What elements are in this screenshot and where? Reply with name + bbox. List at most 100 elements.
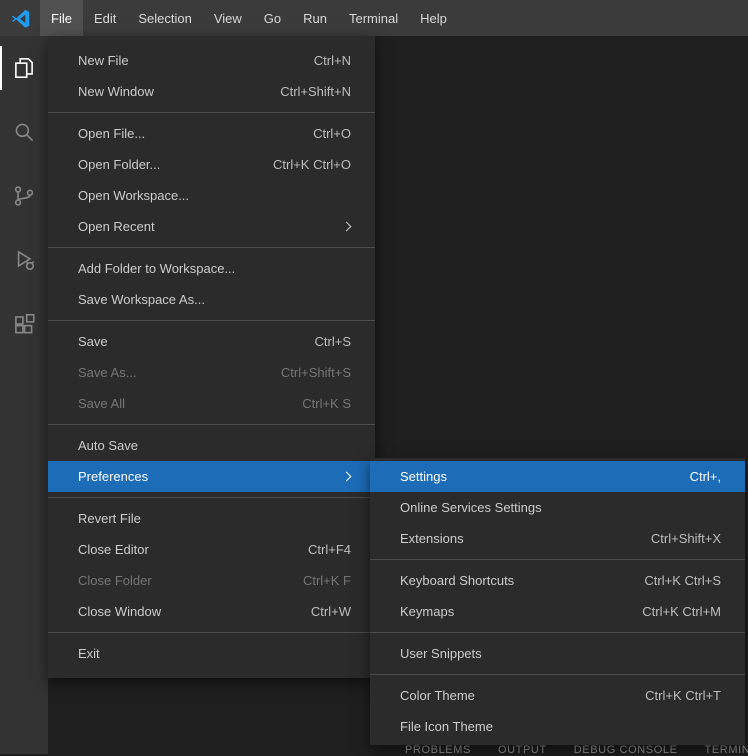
menu-item-label: Color Theme	[400, 688, 475, 703]
menu-item-open-folder[interactable]: Open Folder... Ctrl+K Ctrl+O	[48, 149, 375, 180]
preferences-submenu: Settings Ctrl+, Online Services Settings…	[370, 458, 745, 745]
menu-item-shortcut: Ctrl+K Ctrl+S	[644, 573, 721, 588]
submenu-arrow-icon	[341, 221, 352, 232]
submenu-item-extensions[interactable]: Extensions Ctrl+Shift+X	[370, 523, 745, 554]
menubar-item-edit[interactable]: Edit	[83, 0, 127, 36]
menu-item-label: Settings	[400, 469, 447, 484]
menu-item-shortcut: Ctrl+F4	[308, 542, 351, 557]
menu-item-auto-save[interactable]: Auto Save	[48, 430, 375, 461]
vscode-logo	[0, 0, 40, 36]
menu-item-label: Preferences	[78, 469, 149, 484]
run-debug-icon	[17, 250, 35, 271]
menu-item-shortcut: Ctrl+S	[314, 334, 351, 349]
source-control-icon	[14, 186, 34, 206]
menu-item-label: User Snippets	[400, 646, 482, 661]
menu-item-close-folder: Close Folder Ctrl+K F	[48, 565, 375, 596]
menu-bar: File Edit Selection View Go Run Terminal…	[0, 0, 748, 36]
menubar-item-label: Help	[420, 10, 447, 26]
menu-item-label: File Icon Theme	[400, 719, 493, 734]
menubar-item-label: File	[51, 10, 72, 26]
panel-tab-debug-console[interactable]: DEBUG CONSOLE	[574, 744, 678, 756]
panel-tab-terminal[interactable]: TERMINAL	[705, 744, 748, 756]
menubar-item-help[interactable]: Help	[409, 0, 458, 36]
menubar-item-go[interactable]: Go	[253, 0, 292, 36]
menu-item-label: Online Services Settings	[400, 500, 542, 515]
panel-tab-bar: PROBLEMS OUTPUT DEBUG CONSOLE TERMINAL	[405, 744, 748, 756]
menu-item-close-window[interactable]: Close Window Ctrl+W	[48, 596, 375, 627]
menu-item-shortcut: Ctrl+K Ctrl+M	[642, 604, 721, 619]
menu-item-label: Open Workspace...	[78, 188, 190, 203]
menu-item-add-folder-to-workspace[interactable]: Add Folder to Workspace...	[48, 253, 375, 284]
menubar-item-label: Go	[263, 10, 282, 26]
menu-item-label: Close Window	[78, 604, 162, 619]
menubar-item-file[interactable]: File	[40, 0, 83, 36]
panel-tab-output[interactable]: OUTPUT	[498, 744, 547, 756]
menu-separator	[48, 497, 375, 498]
menu-item-shortcut: Ctrl+N	[313, 53, 351, 68]
menu-item-label: Save All	[78, 396, 125, 411]
activity-bar	[0, 36, 48, 754]
menu-item-label: New File	[78, 53, 129, 68]
submenu-item-keyboard-shortcuts[interactable]: Keyboard Shortcuts Ctrl+K Ctrl+S	[370, 565, 745, 596]
menubar-item-selection[interactable]: Selection	[127, 0, 202, 36]
menu-item-shortcut: Ctrl+K S	[302, 396, 351, 411]
menu-item-shortcut: Ctrl+K Ctrl+O	[272, 157, 351, 172]
submenu-item-settings[interactable]: Settings Ctrl+,	[370, 461, 745, 492]
activity-item-run-debug[interactable]	[0, 228, 48, 292]
menu-item-label: Keyboard Shortcuts	[400, 573, 515, 588]
menubar-item-view[interactable]: View	[203, 0, 253, 36]
menu-item-open-file[interactable]: Open File... Ctrl+O	[48, 118, 375, 149]
menu-item-new-file[interactable]: New File Ctrl+N	[48, 45, 375, 76]
submenu-item-file-icon-theme[interactable]: File Icon Theme	[370, 711, 745, 742]
menu-item-label: Save As...	[78, 365, 137, 380]
submenu-item-online-services-settings[interactable]: Online Services Settings	[370, 492, 745, 523]
menu-item-shortcut: Ctrl+Shift+X	[650, 531, 721, 546]
extensions-icon	[15, 313, 35, 334]
menu-item-new-window[interactable]: New Window Ctrl+Shift+N	[48, 76, 375, 107]
activity-item-explorer[interactable]	[0, 36, 48, 100]
vscode-logo-icon	[11, 9, 29, 28]
menu-item-close-editor[interactable]: Close Editor Ctrl+F4	[48, 534, 375, 565]
menu-item-save[interactable]: Save Ctrl+S	[48, 326, 375, 357]
menubar-item-label: Edit	[93, 10, 117, 26]
menu-item-save-workspace-as[interactable]: Save Workspace As...	[48, 284, 375, 315]
menu-item-label: Open Folder...	[78, 157, 161, 172]
menubar-item-label: Run	[303, 10, 327, 26]
explorer-icon	[15, 57, 33, 79]
file-menu: New File Ctrl+N New Window Ctrl+Shift+N …	[48, 36, 375, 678]
menubar-item-terminal[interactable]: Terminal	[338, 0, 409, 36]
menu-item-label: Revert File	[78, 511, 141, 526]
menubar-item-label: Selection	[138, 10, 192, 26]
menu-item-shortcut: Ctrl+K F	[302, 573, 351, 588]
menu-separator	[370, 559, 745, 560]
activity-item-source-control[interactable]	[0, 164, 48, 228]
menu-item-label: Add Folder to Workspace...	[78, 261, 236, 276]
panel-tab-problems[interactable]: PROBLEMS	[405, 744, 471, 756]
menu-item-label: New Window	[78, 84, 154, 99]
menu-item-label: Auto Save	[78, 438, 138, 453]
submenu-item-user-snippets[interactable]: User Snippets	[370, 638, 745, 669]
menu-item-label: Exit	[78, 646, 100, 661]
menu-item-label: Close Editor	[78, 542, 149, 557]
menu-separator	[48, 632, 375, 633]
menu-item-preferences[interactable]: Preferences	[48, 461, 375, 492]
menubar-item-label: View	[213, 10, 242, 26]
submenu-item-keymaps[interactable]: Keymaps Ctrl+K Ctrl+M	[370, 596, 745, 627]
menu-item-revert-file[interactable]: Revert File	[48, 503, 375, 534]
menu-item-shortcut: Ctrl+,	[689, 469, 721, 484]
menu-item-label: Save	[78, 334, 108, 349]
menu-item-open-recent[interactable]: Open Recent	[48, 211, 375, 242]
activity-item-extensions[interactable]	[0, 292, 48, 356]
menu-item-exit[interactable]: Exit	[48, 638, 375, 669]
menu-separator	[370, 674, 745, 675]
submenu-item-color-theme[interactable]: Color Theme Ctrl+K Ctrl+T	[370, 680, 745, 711]
menubar-item-run[interactable]: Run	[292, 0, 338, 36]
menu-item-label: Open Recent	[78, 219, 155, 234]
activity-item-search[interactable]	[0, 100, 48, 164]
menu-separator	[48, 112, 375, 113]
menu-item-shortcut: Ctrl+W	[310, 604, 351, 619]
menubar-item-label: Terminal	[349, 10, 399, 26]
menu-item-open-workspace[interactable]: Open Workspace...	[48, 180, 375, 211]
menu-item-label: Extensions	[400, 531, 464, 546]
menu-separator	[48, 247, 375, 248]
